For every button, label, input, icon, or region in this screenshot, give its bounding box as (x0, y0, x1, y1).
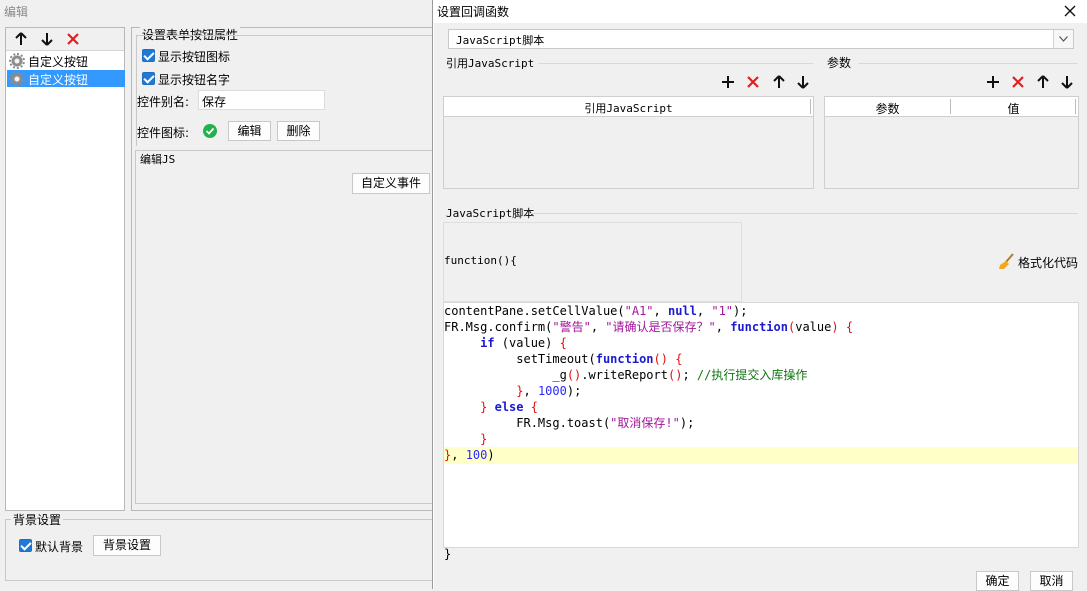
code-line-3: if (value) { (480, 336, 567, 350)
delete-icon[interactable] (746, 75, 760, 89)
params-table[interactable]: 参数 值 (824, 96, 1079, 189)
broom-icon (999, 253, 1014, 269)
code-line-7: } else { (480, 400, 538, 414)
params-divider (858, 63, 1078, 64)
tree-item-selected[interactable]: 自定义按钮 (7, 70, 125, 87)
code-line-5: _g().writeReport(); //执行提交入库操作 (444, 368, 808, 382)
params-header: 参数 值 (825, 97, 1078, 117)
code-line-10: }, 100) (444, 448, 495, 462)
code-line-6: }, 1000); (516, 384, 582, 398)
add-icon[interactable] (721, 75, 735, 89)
tree-item[interactable]: 自定义按钮 (7, 52, 125, 69)
dialog-title: 设置回调函数 (437, 5, 510, 19)
header-divider (1075, 99, 1076, 114)
bg-settings-button[interactable]: 背景设置 (93, 535, 161, 556)
alias-input-value: 保存 (202, 95, 227, 109)
move-up-icon[interactable] (14, 32, 28, 46)
script-type-select[interactable]: JavaScript脚本 (448, 29, 1074, 49)
script-divider (530, 213, 1078, 214)
chevron-down-icon (1059, 36, 1068, 42)
default-bg-checkbox[interactable] (19, 539, 32, 552)
close-icon[interactable] (1064, 5, 1076, 17)
tree-panel: 自定义按钮 自定义按钮 (5, 27, 125, 511)
code-line-2: FR.Msg.confirm("警告", "请确认是否保存？", functio… (444, 320, 854, 334)
ref-js-header: 引用JavaScript (444, 97, 813, 117)
default-bg-label: 默认背景 (35, 540, 84, 554)
move-up-icon[interactable] (1036, 75, 1050, 89)
move-down-icon[interactable] (40, 32, 54, 46)
code-line: contentPane.setCellValue("A1", null, "1"… (444, 303, 1078, 319)
code-editor[interactable]: contentPane.setCellValue("A1", null, "1"… (443, 302, 1079, 548)
params-label: 参数 (827, 56, 852, 70)
code-line: }, 100) (444, 447, 1078, 463)
ref-js-label: 引用JavaScript (446, 57, 535, 70)
header-divider (810, 99, 811, 114)
ref-js-divider (539, 63, 813, 64)
params-column-name: 参数 (875, 102, 900, 116)
props-panel: 设置表单按钮属性 显示按钮图标 显示按钮名字 控件别名: 保存 控件图标: 编辑… (131, 26, 437, 511)
code-line: }, 1000); (444, 383, 1078, 399)
function-header: function(){ (444, 254, 517, 267)
tree-item-label: 自定义按钮 (28, 73, 89, 87)
show-icon-checkbox[interactable] (142, 49, 155, 62)
script-section-label: JavaScript脚本 (446, 207, 535, 220)
code-line-9: } (480, 432, 488, 446)
delete-icon[interactable] (66, 32, 80, 46)
format-code-label: 格式化代码 (1018, 256, 1079, 270)
function-closing-brace: } (444, 547, 452, 561)
gear-icon (9, 53, 25, 69)
select-dropdown-button[interactable] (1053, 30, 1073, 48)
move-down-icon[interactable] (1060, 75, 1074, 89)
icon-label: 控件图标: (137, 126, 190, 140)
code-line-8: FR.Msg.toast("取消保存!"); (444, 416, 695, 430)
alias-label: 控件别名: (137, 95, 190, 109)
add-icon[interactable] (986, 75, 1000, 89)
edit-js-label: 编辑JS (140, 153, 176, 166)
params-column-value: 值 (1007, 102, 1020, 116)
gear-icon (9, 71, 25, 87)
move-up-icon[interactable] (772, 75, 786, 89)
code-line-1: contentPane.setCellValue("A1", null, "1"… (444, 304, 748, 318)
code-line-4: setTimeout(function() { (444, 352, 683, 366)
delete-icon[interactable] (1011, 75, 1025, 89)
bg-section-title: 背景设置 (11, 511, 64, 528)
custom-event-button[interactable]: 自定义事件 (352, 173, 430, 194)
show-name-label: 显示按钮名字 (158, 73, 231, 87)
edit-js-group (135, 150, 435, 504)
move-down-icon[interactable] (796, 75, 810, 89)
left-window: 编辑 自定义按钮 自定义按钮 设置表单按钮属性 显示按钮图标 显示按钮名字 控件… (0, 0, 439, 589)
code-line: } (444, 431, 1078, 447)
format-code-button[interactable]: 格式化代码 (998, 252, 1080, 272)
code-line: setTimeout(function() { (444, 351, 1078, 367)
code-line: FR.Msg.toast("取消保存!"); (444, 415, 1078, 431)
ref-js-column-header: 引用JavaScript (584, 102, 673, 115)
script-type-value: JavaScript脚本 (456, 34, 545, 47)
cancel-button[interactable]: 取消 (1030, 571, 1073, 591)
delete-icon-button[interactable]: 删除 (277, 121, 320, 141)
code-line: } else { (444, 399, 1078, 415)
edit-icon-button[interactable]: 编辑 (228, 121, 271, 141)
alias-input[interactable]: 保存 (198, 90, 325, 110)
code-line: FR.Msg.confirm("警告", "请确认是否保存？", functio… (444, 319, 1078, 335)
callback-dialog: 设置回调函数 JavaScript脚本 引用JavaScript 引用JavaS… (432, 0, 1087, 591)
left-window-title: 编辑 (4, 5, 29, 19)
show-name-checkbox[interactable] (142, 72, 155, 85)
show-icon-label: 显示按钮图标 (158, 50, 231, 64)
check-circle-icon (203, 124, 217, 138)
code-line: _g().writeReport(); //执行提交入库操作 (444, 367, 1078, 383)
ref-js-table[interactable]: 引用JavaScript (443, 96, 814, 189)
tree-item-label: 自定义按钮 (28, 55, 89, 69)
code-line: if (value) { (444, 335, 1078, 351)
ok-button[interactable]: 确定 (976, 571, 1019, 591)
